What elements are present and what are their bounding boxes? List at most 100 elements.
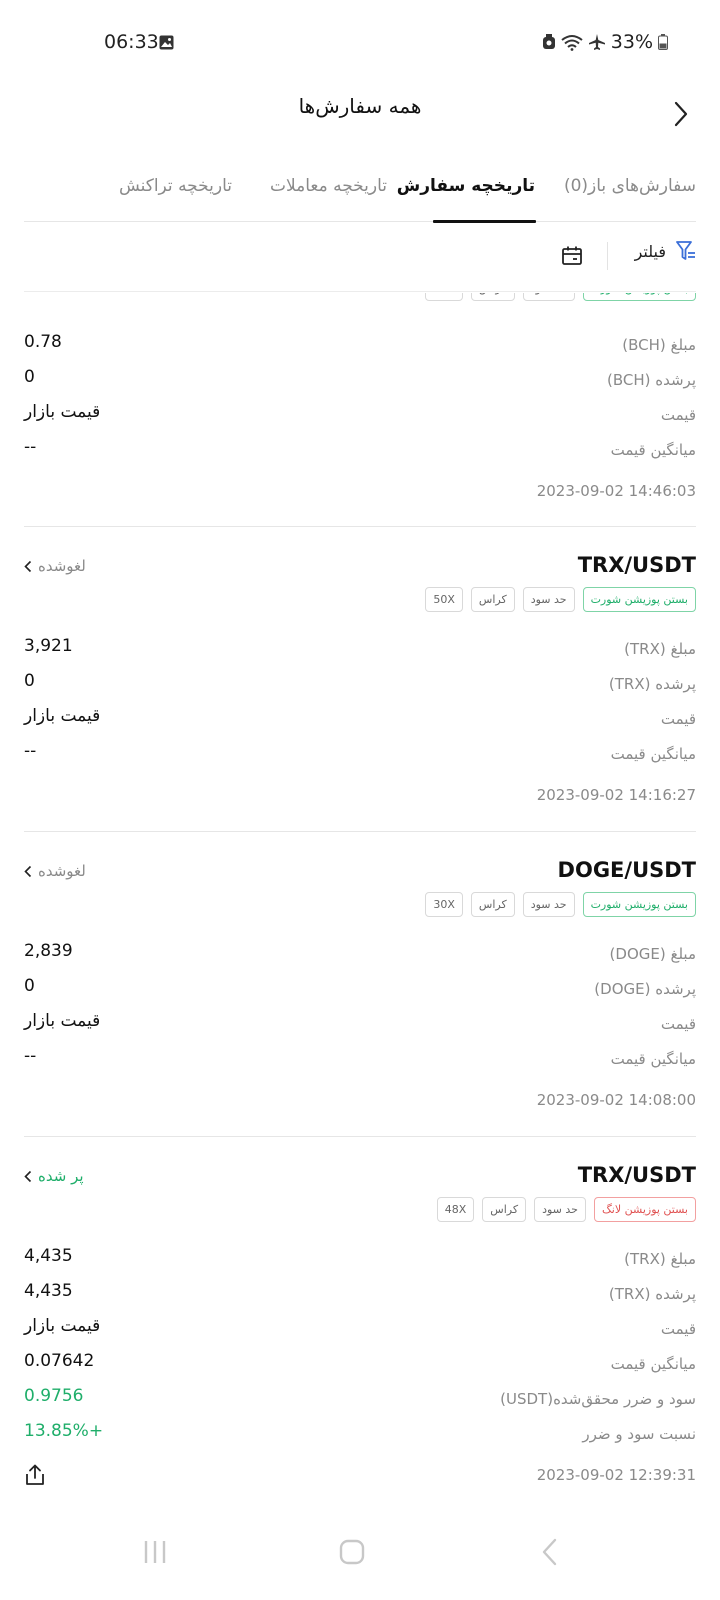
order-status[interactable]: لغوشده — [24, 862, 86, 880]
order-row-avg-price: میانگین قیمت -- — [24, 437, 696, 467]
home-icon[interactable] — [332, 1532, 372, 1572]
row-label: پرشده (TRX) — [608, 1285, 696, 1303]
order-tags: بستن پوزیشن لانگ حد سود کراس 48X — [436, 1197, 696, 1222]
order-card-partial[interactable]: بستن پوزیشن شورت حد سود کراس 26X مبلغ (B… — [24, 293, 696, 527]
order-row-filled: پرشده (TRX) 0 — [24, 671, 696, 701]
row-label: نسبت سود و ضرر — [582, 1425, 696, 1443]
margin-mode-tag: کراس — [482, 1197, 527, 1222]
take-profit-tag: حد سود — [522, 293, 575, 301]
row-label: میانگین قیمت — [610, 441, 696, 459]
row-value: قیمت بازار — [24, 402, 101, 422]
battery-percent: 33% — [610, 31, 653, 53]
row-label: پرشده (BCH) — [606, 371, 696, 389]
take-profit-tag: حد سود — [534, 1197, 586, 1222]
order-card[interactable]: TRX/USDT پر شده بستن پوزیشن لانگ حد سود … — [24, 1137, 696, 1508]
order-row-price: قیمت قیمت بازار — [24, 706, 696, 736]
row-value: 4,435 — [24, 1281, 73, 1301]
order-card[interactable]: TRX/USDT لغوشده بستن پوزیشن شورت حد سود … — [24, 527, 696, 832]
order-row-price: قیمت قیمت بازار — [24, 1316, 696, 1346]
row-label: قیمت — [660, 406, 696, 424]
order-type-tag: بستن پوزیشن لانگ — [593, 1197, 696, 1222]
row-value: -- — [24, 741, 37, 761]
order-timestamp: 2023-09-02 14:08:00 — [536, 1091, 696, 1109]
order-tags: بستن پوزیشن شورت حد سود کراس 26X — [425, 293, 696, 301]
airplane-icon — [588, 34, 605, 50]
row-label: میانگین قیمت — [610, 1050, 696, 1068]
back-icon[interactable] — [530, 1532, 570, 1572]
gallery-icon — [159, 35, 174, 50]
order-tags: بستن پوزیشن شورت حد سود کراس 30X — [425, 892, 696, 917]
order-tabs: سفارش‌های باز(0) تاریخچه سفارش تاریخچه م… — [24, 166, 696, 223]
order-timestamp: 2023-09-02 12:39:31 — [536, 1466, 696, 1484]
leverage-tag: 48X — [436, 1197, 475, 1222]
order-row-avg-price: میانگین قیمت 0.07642 — [24, 1351, 696, 1381]
row-value: 0 — [24, 367, 35, 387]
order-pair: TRX/USDT — [577, 1163, 696, 1187]
row-label: قیمت — [660, 710, 696, 728]
filter-label: فیلتر — [634, 241, 666, 261]
chevron-left-icon — [24, 560, 32, 572]
tab-order-history[interactable]: تاریخچه سفارش — [397, 176, 535, 196]
filter-toolbar: فیلتر — [24, 226, 696, 292]
order-row-amount: مبلغ (TRX) 3,921 — [24, 636, 696, 666]
row-label: میانگین قیمت — [610, 1355, 696, 1373]
filter-button[interactable]: فیلتر — [635, 240, 696, 262]
recent-apps-icon[interactable] — [135, 1532, 175, 1572]
row-value: 0.07642 — [24, 1351, 95, 1371]
order-status-label: پر شده — [38, 1167, 84, 1185]
chevron-left-icon — [24, 1170, 32, 1182]
tab-open-orders[interactable]: سفارش‌های باز(0) — [564, 176, 696, 196]
back-button[interactable] — [666, 94, 696, 134]
share-icon[interactable] — [24, 1464, 46, 1486]
row-label: مبلغ (BCH) — [622, 336, 696, 354]
margin-mode-tag: کراس — [470, 587, 515, 612]
wifi-icon — [561, 34, 583, 51]
row-value: قیمت بازار — [24, 1011, 101, 1031]
app-header: همه سفارش‌ها — [0, 86, 720, 150]
order-tags: بستن پوزیشن شورت حد سود کراس 50X — [425, 587, 696, 612]
order-status-label: لغوشده — [38, 557, 86, 575]
row-label: قیمت — [660, 1015, 696, 1033]
take-profit-tag: حد سود — [522, 892, 575, 917]
page-title: همه سفارش‌ها — [298, 94, 422, 118]
order-status-label: لغوشده — [38, 862, 86, 880]
order-row-amount: مبلغ (BCH) 0.78 — [24, 332, 696, 362]
order-history-list[interactable]: بستن پوزیشن شورت حد سود کراس 26X مبلغ (B… — [0, 293, 720, 1508]
row-value: 0.9756 — [24, 1386, 84, 1406]
order-timestamp: 2023-09-02 14:16:27 — [536, 786, 696, 804]
order-row-realized-pnl: سود و ضرر محقق‌شده(USDT) 0.9756 — [24, 1386, 696, 1416]
order-type-tag: بستن پوزیشن شورت — [582, 293, 696, 301]
row-label: میانگین قیمت — [610, 745, 696, 763]
calendar-icon[interactable] — [560, 244, 584, 268]
active-tab-indicator — [433, 220, 536, 223]
order-pair: TRX/USDT — [577, 553, 696, 577]
order-status[interactable]: لغوشده — [24, 557, 86, 575]
margin-mode-tag: کراس — [470, 293, 515, 301]
row-label: مبلغ (TRX) — [624, 1250, 696, 1268]
tab-trade-history[interactable]: تاریخچه معاملات — [270, 176, 387, 196]
order-timestamp: 2023-09-02 14:46:03 — [536, 482, 696, 500]
order-status[interactable]: پر شده — [24, 1167, 84, 1185]
toolbar-divider — [607, 242, 608, 270]
order-row-avg-price: میانگین قیمت -- — [24, 1046, 696, 1076]
order-card[interactable]: DOGE/USDT لغوشده بستن پوزیشن شورت حد سود… — [24, 832, 696, 1137]
row-value: 4,435 — [24, 1246, 73, 1266]
filter-icon — [676, 241, 695, 260]
row-value: -- — [24, 437, 37, 457]
alarm-icon — [542, 34, 555, 49]
row-label: سود و ضرر محقق‌شده(USDT) — [500, 1390, 696, 1408]
order-pair: DOGE/USDT — [557, 858, 696, 882]
row-value: 0.78 — [24, 332, 62, 352]
order-row-pnl-ratio: نسبت سود و ضرر +13.85% — [24, 1421, 696, 1451]
row-label: قیمت — [660, 1320, 696, 1338]
take-profit-tag: حد سود — [522, 587, 575, 612]
row-value: 2,839 — [24, 941, 73, 961]
row-label: مبلغ (TRX) — [624, 640, 696, 658]
tab-transaction-history[interactable]: تاریخچه تراکنش — [119, 176, 232, 196]
order-row-avg-price: میانگین قیمت -- — [24, 741, 696, 771]
leverage-tag: 30X — [425, 892, 463, 917]
status-bar: 06:33 33% — [0, 0, 720, 86]
order-type-tag: بستن پوزیشن شورت — [582, 587, 696, 612]
margin-mode-tag: کراس — [470, 892, 515, 917]
order-row-amount: مبلغ (DOGE) 2,839 — [24, 941, 696, 971]
